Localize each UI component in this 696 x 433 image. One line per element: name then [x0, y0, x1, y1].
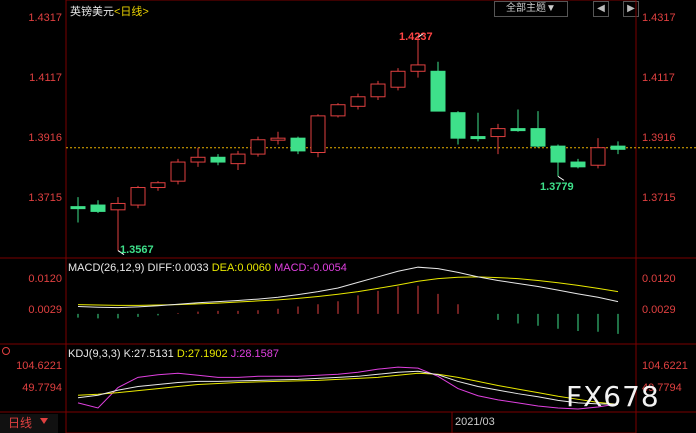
candle-body [470, 136, 486, 140]
candle-body [130, 187, 146, 206]
chevron-down-icon [40, 418, 48, 424]
candle-body [550, 145, 566, 163]
watermark-logo: FX678 [566, 380, 660, 413]
period-selector[interactable]: 日线 [0, 414, 58, 433]
recent-low-marker-arrow [557, 175, 565, 181]
recent-low-annotation: 1.3779 [540, 181, 574, 193]
candle-body [290, 137, 306, 152]
candle-body [190, 156, 206, 163]
candle-body [610, 145, 626, 150]
candle-body [390, 70, 406, 88]
candle-body [490, 128, 506, 138]
candle-body [270, 137, 286, 141]
candle-body [450, 112, 466, 139]
candle-body [410, 64, 426, 72]
period-label: 日线 [8, 416, 33, 430]
candle-body [310, 115, 326, 153]
price-chart[interactable] [0, 0, 696, 433]
candle-body [510, 128, 526, 132]
low-price-annotation: 1.3567 [120, 244, 154, 256]
candle-body [210, 156, 226, 163]
kdj-k-line [77, 370, 619, 405]
candle-body [570, 161, 586, 168]
candle-body [350, 96, 366, 107]
plot-frame [65, 0, 637, 433]
candle-body [370, 83, 386, 98]
kdj-d-line [77, 372, 619, 405]
macd-dea-line [77, 276, 619, 306]
candle-body [90, 204, 106, 212]
date-axis-label: 2021/03 [455, 416, 495, 428]
candle-body [430, 70, 446, 112]
candle-body [70, 206, 86, 210]
candle-body [250, 139, 266, 155]
candle-body [110, 202, 126, 211]
candle-body [330, 104, 346, 117]
candle-body [230, 153, 246, 165]
high-price-annotation: 1.4237 [399, 31, 433, 43]
candle-body [150, 182, 166, 189]
candle-body [530, 128, 546, 147]
candle-body [590, 147, 606, 166]
candle-body [170, 161, 186, 182]
macd-diff-line [77, 266, 619, 309]
